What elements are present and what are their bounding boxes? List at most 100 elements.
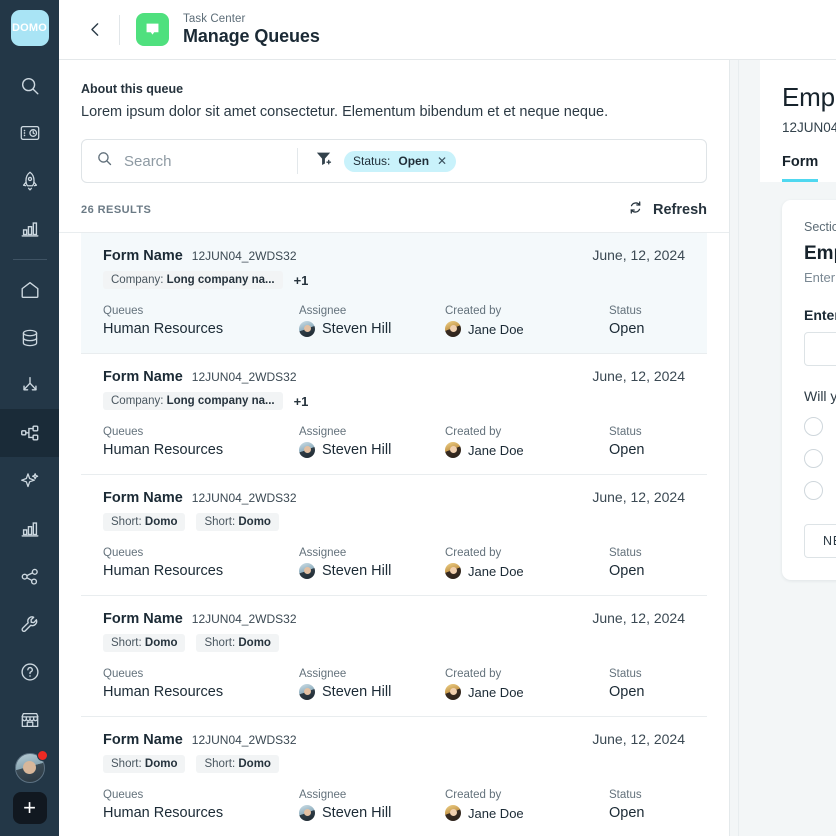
col-header-created-by: Created by xyxy=(445,668,502,680)
card-date: June, 12, 2024 xyxy=(592,247,685,263)
app-root: DOMO + Task Center Manage Queues About t… xyxy=(0,0,836,836)
search-field-group[interactable] xyxy=(82,150,297,172)
avatar xyxy=(299,684,315,700)
refresh-button[interactable]: Refresh xyxy=(627,199,707,220)
col-header-created-by: Created by xyxy=(445,547,502,559)
card-tag: Short: Domo xyxy=(103,634,186,652)
assignee-name: Steven Hill xyxy=(322,563,392,579)
card-col-created-by: Created by Jane Doe xyxy=(445,426,609,458)
card-col-created-by: Created by Jane Doe xyxy=(445,305,609,337)
search-icon xyxy=(19,75,41,97)
card-assignee-value: Steven Hill xyxy=(299,442,445,458)
col-header-queues: Queues xyxy=(103,305,144,317)
tab-form[interactable]: Form xyxy=(782,154,819,182)
card-created-by-value: Jane Doe xyxy=(445,563,609,579)
card-name-group: Form Name 12JUN04_2WDS32 xyxy=(103,611,297,627)
radio-circle-icon xyxy=(804,417,823,436)
breadcrumb: Task Center xyxy=(183,12,246,25)
sidebar-item-launch[interactable] xyxy=(0,157,59,205)
col-header-queues: Queues xyxy=(103,789,144,801)
sidebar-item-share[interactable] xyxy=(0,553,59,601)
creator-name: Jane Doe xyxy=(468,442,524,458)
filter-add-icon[interactable] xyxy=(314,149,333,173)
employee-id-field[interactable] xyxy=(804,332,836,366)
card-queue-value: Human Resources xyxy=(103,563,224,579)
chip-value: Open xyxy=(398,154,430,168)
detail-tabs: Form History xyxy=(782,154,836,182)
form-question-2: Will you be working remote? xyxy=(804,388,836,404)
card-queue-value: Human Resources xyxy=(103,442,224,458)
sidebar-user-avatar[interactable] xyxy=(0,744,59,792)
radio-option-remote[interactable]: Remote xyxy=(804,449,836,468)
sidebar-item-appstore[interactable] xyxy=(0,696,59,744)
card-col-assignee: Assignee Steven Hill xyxy=(299,426,445,458)
close-icon[interactable]: ✕ xyxy=(437,155,447,167)
chip-label: Status: xyxy=(353,154,391,168)
card-name-group: Form Name 12JUN04_2WDS32 xyxy=(103,248,297,264)
table-row[interactable]: Form Name 12JUN04_2WDS32 June, 12, 2024 Sho… xyxy=(81,475,707,596)
back-button[interactable] xyxy=(81,16,109,44)
sidebar-item-ai[interactable] xyxy=(0,457,59,505)
table-row[interactable]: Form Name 12JUN04_2WDS32 June, 12, 2024 Sho… xyxy=(81,596,707,717)
card-tag: Short: Domo xyxy=(196,513,279,531)
sidebar-item-flows[interactable] xyxy=(0,362,59,410)
col-header-created-by: Created by xyxy=(445,305,502,317)
card-created-by-value: Jane Doe xyxy=(445,805,609,821)
sidebar-item-search[interactable] xyxy=(0,62,59,110)
avatar xyxy=(445,563,461,579)
form-heading: Employee Information xyxy=(804,243,836,264)
avatar xyxy=(445,684,461,700)
card-tag: Short: Domo xyxy=(103,513,186,531)
sidebar-item-home[interactable] xyxy=(0,266,59,314)
sidebar-item-help[interactable] xyxy=(0,649,59,697)
card-queue-value: Human Resources xyxy=(103,805,224,821)
rocket-icon xyxy=(19,170,41,192)
avatar xyxy=(299,321,315,337)
card-queue-value: Human Resources xyxy=(103,684,224,700)
card-col-queues: Queues Human Resources xyxy=(103,547,299,579)
status-badge: Open xyxy=(609,684,645,700)
add-button[interactable]: + xyxy=(12,792,47,824)
radio-circle-icon xyxy=(804,449,823,468)
detail-header: Employee Information 12JUN04_2WDS32 Form… xyxy=(760,60,836,182)
search-input[interactable] xyxy=(124,152,274,170)
about-heading: About this queue xyxy=(81,82,184,96)
card-col-status: Status Open xyxy=(609,305,644,337)
status-badge: Open xyxy=(609,321,645,337)
card-col-created-by: Created by Jane Doe xyxy=(445,547,609,579)
card-assignee-value: Steven Hill xyxy=(299,563,445,579)
next-page-button[interactable]: NEXT PAGE xyxy=(804,524,836,558)
table-row[interactable]: Form Name 12JUN04_2WDS32 June, 12, 2024 Com… xyxy=(81,354,707,475)
sidebar-item-tools[interactable] xyxy=(0,601,59,649)
workflow-nodes-icon xyxy=(19,422,41,444)
creator-name: Jane Doe xyxy=(468,563,524,579)
domo-logo[interactable]: DOMO xyxy=(10,10,49,46)
radio-option-hybrid[interactable]: Hybrid, both xyxy=(804,481,836,500)
card-tag-more[interactable]: +1 xyxy=(294,394,309,409)
card-tag: Company: Long company na... xyxy=(103,271,283,289)
card-tag-more[interactable]: +1 xyxy=(294,273,309,288)
radio-option-office[interactable]: Office xyxy=(804,417,836,436)
col-header-queues: Queues xyxy=(103,547,144,559)
pane-scroll-gutter[interactable] xyxy=(729,60,760,836)
sidebar-item-dashboard[interactable] xyxy=(0,109,59,157)
card-tags: Company: Long company na... +1 xyxy=(103,271,685,289)
creator-name: Jane Doe xyxy=(468,805,524,821)
col-header-status: Status xyxy=(609,668,642,680)
table-row[interactable]: Form Name 12JUN04_2WDS32 June, 12, 2024 Sho… xyxy=(81,717,707,836)
avatar[interactable] xyxy=(14,750,48,784)
sidebar-item-reports[interactable] xyxy=(0,505,59,553)
sidebar-item-analytics[interactable] xyxy=(0,205,59,253)
sidebar-item-queues[interactable] xyxy=(0,409,59,458)
table-row[interactable]: Form Name 12JUN04_2WDS32 June, 12, 2024 Com… xyxy=(81,233,707,354)
refresh-label: Refresh xyxy=(653,201,707,218)
sidebar-divider xyxy=(12,258,47,260)
domo-logo-text: DOMO xyxy=(11,21,48,34)
card-form-name: Form Name xyxy=(103,248,183,264)
status-filter-chip[interactable]: Status: Open ✕ xyxy=(344,150,457,172)
sidebar-item-data[interactable] xyxy=(0,314,59,362)
col-header-queues: Queues xyxy=(103,426,144,438)
avatar xyxy=(299,563,315,579)
queue-card-list: Form Name 12JUN04_2WDS32 June, 12, 2024 Com… xyxy=(59,232,729,836)
card-header: Form Name 12JUN04_2WDS32 June, 12, 2024 xyxy=(103,731,685,748)
